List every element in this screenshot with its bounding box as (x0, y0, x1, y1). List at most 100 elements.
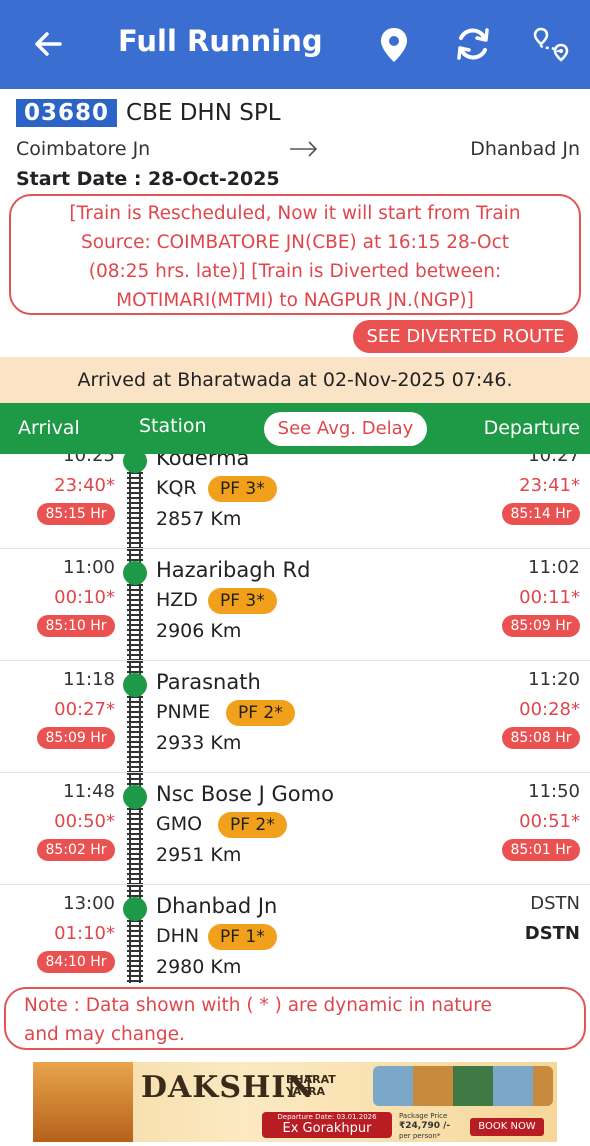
distance-km: 2906 Km (156, 620, 242, 642)
distance-km: 2857 Km (156, 508, 242, 530)
departure-delay-badge: 85:14 Hr (502, 503, 580, 525)
right-arrow-icon (290, 141, 318, 157)
train-number: 03680 (16, 99, 118, 127)
platform-badge: PF 1* (208, 924, 277, 950)
actual-departure: 00:51* (519, 811, 580, 832)
actual-departure: 00:11* (519, 587, 580, 608)
scheduled-arrival: 11:18 (63, 669, 115, 690)
station-dot-icon (123, 785, 147, 809)
actual-arrival: 00:50* (54, 811, 115, 832)
station-dot-icon (123, 561, 147, 585)
actual-arrival: 23:40* (54, 475, 115, 496)
station-code: PNME (156, 701, 211, 723)
actual-arrival: 00:27* (54, 699, 115, 720)
destination-station: Dhanbad Jn (470, 138, 580, 160)
station-name: Koderma (156, 454, 250, 470)
ad-price-value: ₹24,790 /- (399, 1121, 451, 1131)
message-line: MOTIMARI(MTMI) to NAGPUR JN.(NGP)] (116, 290, 474, 311)
arrival-delay-badge: 84:10 Hr (37, 951, 115, 973)
reschedule-message: [Train is Rescheduled, Now it will start… (9, 194, 581, 315)
ad-origin: Ex Gorakhpur (282, 1121, 372, 1136)
ad-departure-pill: Departure Date: 03.01.2026 Ex Gorakhpur (262, 1112, 392, 1138)
book-now-button[interactable]: BOOK NOW (470, 1118, 544, 1136)
note-line: and may change. (24, 1024, 185, 1045)
scheduled-arrival: 13:00 (63, 893, 115, 914)
note-line: Note : Data shown with ( * ) are dynamic… (24, 995, 492, 1016)
see-avg-delay-button[interactable]: See Avg. Delay (264, 412, 427, 446)
station-row[interactable]: 11:18 00:27* 85:09 Hr Parasnath PNME PF … (0, 661, 590, 773)
departure-delay-badge: 85:08 Hr (502, 727, 580, 749)
column-header-bar: Arrival Station See Avg. Delay Departure (0, 403, 590, 454)
ad-price-unit: per person* (399, 1132, 441, 1140)
dynamic-data-note: Note : Data shown with ( * ) are dynamic… (4, 987, 586, 1050)
distance-km: 2951 Km (156, 844, 242, 866)
arrival-delay-badge: 85:10 Hr (37, 615, 115, 637)
ad-destination-images (373, 1066, 553, 1106)
departure-column-label: Departure (483, 417, 580, 439)
ad-subtitle-line: YATRA (286, 1085, 326, 1098)
scheduled-departure: 10:27 (528, 454, 580, 466)
station-code: GMO (156, 813, 203, 835)
station-code: DHN (156, 925, 200, 947)
actual-departure: 23:41* (519, 475, 580, 496)
temple-image (33, 1062, 133, 1142)
message-line: [Train is Rescheduled, Now it will start… (69, 203, 521, 224)
departure-delay-badge: 85:09 Hr (502, 615, 580, 637)
location-pin-icon[interactable] (372, 22, 416, 66)
ad-banner[interactable]: DAKSHIN BHARAT YATRA Departure Date: 03.… (33, 1062, 557, 1142)
scheduled-departure: 11:20 (528, 669, 580, 690)
actual-departure: 00:28* (519, 699, 580, 720)
platform-badge: PF 2* (218, 812, 287, 838)
station-name: Nsc Bose J Gomo (156, 782, 334, 806)
arrival-column-label: Arrival (18, 417, 80, 439)
top-app-bar: Full Running (0, 0, 590, 89)
actual-arrival: 00:10* (54, 587, 115, 608)
train-title-row: 03680 CBE DHN SPL (16, 99, 281, 127)
arrival-delay-badge: 85:15 Hr (37, 503, 115, 525)
scheduled-arrival: 10:25 (63, 454, 115, 466)
platform-badge: PF 3* (208, 588, 277, 614)
station-dot-icon (123, 673, 147, 697)
station-dot-icon (123, 897, 147, 921)
platform-badge: PF 2* (226, 700, 295, 726)
station-row[interactable]: 11:48 00:50* 85:02 Hr Nsc Bose J Gomo GM… (0, 773, 590, 885)
station-code: HZD (156, 589, 198, 611)
arrival-delay-badge: 85:02 Hr (37, 839, 115, 861)
ad-price: Package Price ₹24,790 /- per person* (399, 1111, 450, 1141)
station-row[interactable]: 10:25 23:40* 85:15 Hr Koderma KQR PF 3* … (0, 454, 590, 549)
scheduled-arrival: 11:48 (63, 781, 115, 802)
route-map-icon[interactable] (528, 22, 572, 66)
departure-delay-badge: 85:01 Hr (502, 839, 580, 861)
ad-subtitle: BHARAT YATRA (286, 1074, 336, 1098)
scheduled-departure: 11:50 (528, 781, 580, 802)
station-row[interactable]: 13:00 01:10* 84:10 Hr Dhanbad Jn DHN PF … (0, 885, 590, 986)
actual-departure: DSTN (524, 923, 580, 944)
message-line: Source: COIMBATORE JN(CBE) at 16:15 28-O… (80, 232, 510, 253)
scheduled-arrival: 11:00 (63, 557, 115, 578)
arrival-delay-badge: 85:09 Hr (37, 727, 115, 749)
station-code: KQR (156, 477, 197, 499)
actual-arrival: 01:10* (54, 923, 115, 944)
station-list[interactable]: 10:25 23:40* 85:15 Hr Koderma KQR PF 3* … (0, 454, 590, 986)
station-name: Hazaribagh Rd (156, 558, 311, 582)
station-column-label: Station (139, 415, 207, 437)
scheduled-departure: 11:02 (528, 557, 580, 578)
message-line: (08:25 hrs. late)] [Train is Diverted be… (88, 261, 502, 282)
refresh-icon[interactable] (451, 22, 495, 66)
origin-station: Coimbatore Jn (16, 138, 151, 160)
station-name: Parasnath (156, 670, 261, 694)
platform-badge: PF 3* (208, 476, 277, 502)
train-name: CBE DHN SPL (126, 100, 281, 126)
back-arrow-icon[interactable] (30, 26, 66, 62)
distance-km: 2933 Km (156, 732, 242, 754)
station-row[interactable]: 11:00 00:10* 85:10 Hr Hazaribagh Rd HZD … (0, 549, 590, 661)
scheduled-departure: DSTN (530, 893, 580, 914)
see-diverted-route-button[interactable]: SEE DIVERTED ROUTE (353, 320, 578, 353)
start-date: Start Date : 28-Oct-2025 (16, 168, 280, 190)
page-title: Full Running (118, 24, 323, 58)
ad-price-label: Package Price (399, 1112, 448, 1120)
station-name: Dhanbad Jn (156, 894, 278, 918)
current-status-banner: Arrived at Bharatwada at 02-Nov-2025 07:… (0, 357, 590, 403)
station-dot-icon (123, 454, 147, 473)
distance-km: 2980 Km (156, 956, 242, 978)
